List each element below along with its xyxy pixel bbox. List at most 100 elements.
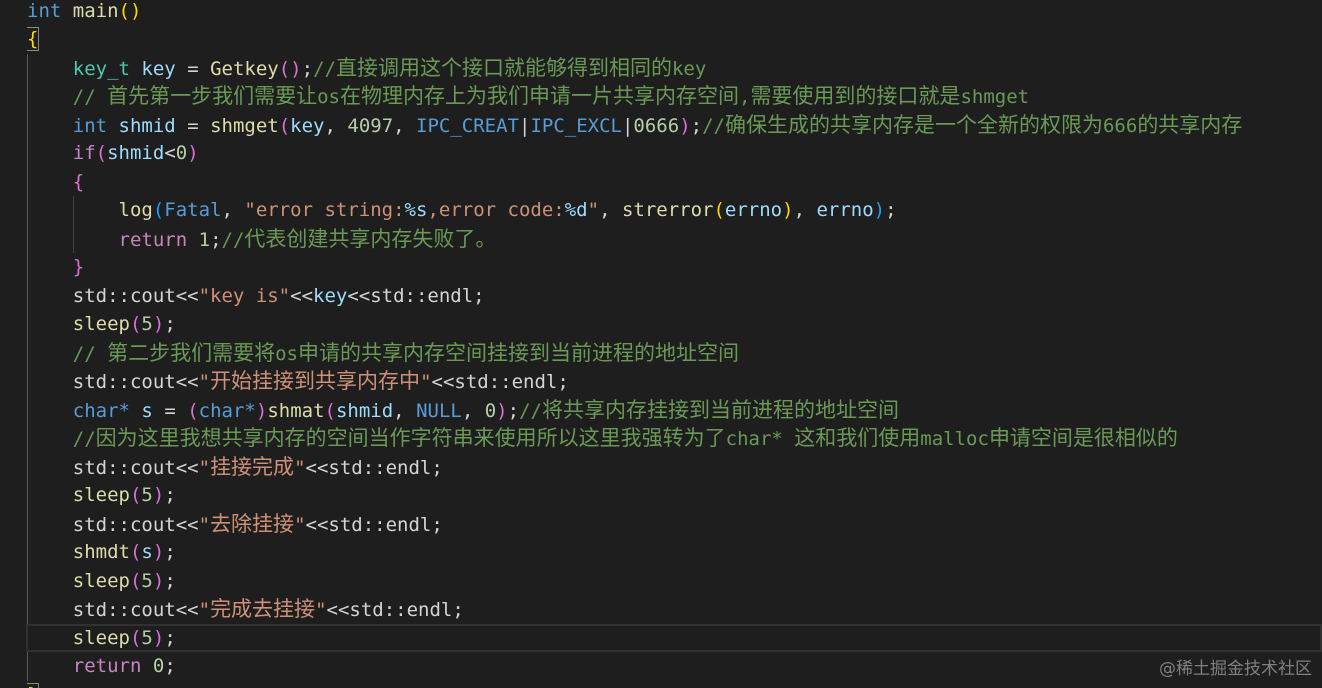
code-token: os — [317, 86, 340, 108]
code-token: ) — [873, 199, 886, 221]
code-line[interactable]: sleep(5); — [27, 310, 1322, 339]
code-line[interactable]: int shmid = shmget(key, 4097, IPC_CREAT|… — [27, 111, 1322, 140]
code-token: ( — [152, 199, 165, 221]
code-line[interactable]: int main() — [27, 0, 1322, 25]
code-line[interactable]: // 首先第一步我们需要让os在物理内存上为我们申请一片共享内存空间,需要使用到… — [27, 82, 1322, 111]
code-token: " — [198, 513, 211, 536]
code-token: IPC_EXCL — [530, 114, 622, 137]
code-token: 5 — [141, 569, 153, 592]
code-token: ( — [129, 626, 142, 649]
code-token: { — [27, 27, 40, 51]
code-token: log — [118, 199, 153, 221]
code-token: char* — [725, 428, 795, 450]
code-token: // — [702, 114, 725, 137]
code-token: , — [738, 86, 751, 108]
code-line[interactable]: return 1;//代表创建共享内存失败了。 — [27, 225, 1322, 254]
code-line[interactable]: sleep(5); — [27, 481, 1322, 510]
code-line[interactable]: } — [27, 253, 1322, 282]
code-token: ; — [507, 399, 520, 422]
code-token: 0 — [484, 399, 497, 422]
code-token: ( — [324, 399, 336, 422]
code-token: " — [315, 599, 327, 621]
code-token: shmid — [335, 399, 394, 422]
code-token: key — [290, 114, 325, 137]
code-line[interactable]: char* s = (char*)shmat(shmid, NULL, 0);/… — [27, 396, 1322, 425]
code-line[interactable]: std::cout<<"开始挂接到共享内存中"<<std::endl; — [27, 367, 1322, 396]
code-line[interactable]: shmdt(s); — [27, 538, 1322, 567]
code-lines[interactable]: int main(){ key_t key = Getkey();//直接调用这… — [0, 0, 1322, 688]
code-token: 需要使用到的接口就是 — [750, 84, 961, 108]
code-token: shmget — [960, 86, 1030, 108]
code-token: ; — [164, 655, 176, 677]
code-token: 第二步我们需要将 — [107, 340, 276, 365]
code-token: 申请的共享内存空间挂接到当前进程的地址空间 — [297, 340, 739, 365]
code-token: " — [294, 456, 306, 479]
code-token: 666 — [1102, 114, 1138, 137]
code-line[interactable]: } — [27, 681, 1322, 688]
code-token: malloc — [920, 428, 989, 450]
code-token: std::cout<< — [72, 371, 199, 393]
code-token: <<std::endl; — [431, 371, 569, 393]
code-token: // — [72, 428, 96, 450]
code-line[interactable]: log(Fatal, "error string:%s,error code:%… — [27, 196, 1322, 225]
code-token: () — [118, 0, 142, 22]
code-token: , — [393, 399, 417, 422]
code-token: shmat — [267, 399, 325, 422]
code-token: char* — [198, 399, 256, 422]
code-line[interactable]: std::cout<<"挂接完成"<<std::endl; — [27, 453, 1322, 482]
code-line[interactable]: //因为这里我想共享内存的空间当作字符串来使用所以这里我强转为了char* 这和… — [27, 424, 1322, 453]
code-token: 开始挂接到共享内存中 — [210, 369, 421, 393]
code-line[interactable]: std::cout<<"去除挂接"<<std::endl; — [27, 510, 1322, 539]
code-token: 完成去挂接 — [210, 597, 316, 621]
code-token: 的共享内存 — [1137, 112, 1243, 137]
code-token: %d — [564, 199, 588, 221]
code-token: IPC_CREAT — [416, 114, 519, 137]
code-token: " — [198, 599, 211, 621]
code-token: } — [27, 682, 40, 688]
code-line[interactable]: std::cout<<"key is"<<key<<std::endl; — [27, 282, 1322, 311]
code-token: key — [671, 57, 707, 80]
code-line[interactable]: sleep(5); — [27, 567, 1322, 596]
code-line[interactable]: { — [27, 25, 1322, 54]
code-token: 申请空间是很相似的 — [988, 426, 1178, 450]
code-token: , — [324, 114, 348, 137]
code-token: // — [313, 57, 336, 80]
code-token: ,error code: — [427, 199, 565, 221]
code-token: std::cout<< — [72, 599, 199, 621]
code-line[interactable]: // 第二步我们需要将os申请的共享内存空间挂接到当前进程的地址空间 — [27, 339, 1322, 368]
code-token: 因为这里我想共享内存的空间当作字符串来使用所以这里我强转为了 — [95, 426, 726, 450]
code-line[interactable]: key_t key = Getkey();//直接调用这个接口就能够得到相同的k… — [27, 54, 1322, 83]
code-token: ( — [129, 484, 142, 506]
code-token: 0666 — [633, 114, 680, 137]
code-line[interactable]: if(shmid<0) — [27, 139, 1322, 168]
code-token: strerror — [621, 199, 714, 221]
code-token: ) — [782, 199, 794, 221]
code-line[interactable]: return 0; — [27, 652, 1322, 681]
watermark: @稀土掘金技术社区 — [1159, 659, 1312, 679]
code-editor[interactable]: int main(){ key_t key = Getkey();//直接调用这… — [0, 0, 1322, 688]
code-token: ; — [885, 199, 897, 221]
code-line[interactable]: std::cout<<"完成去挂接"<<std::endl; — [27, 595, 1322, 624]
code-token: ( — [95, 142, 108, 164]
code-token: 首先第一步我们需要让 — [107, 84, 318, 108]
code-line[interactable]: { — [27, 168, 1322, 197]
code-token: , — [793, 199, 817, 221]
code-token: = — [175, 114, 211, 137]
code-line[interactable]: sleep(5); — [27, 624, 1322, 653]
code-token: ( — [187, 399, 199, 422]
